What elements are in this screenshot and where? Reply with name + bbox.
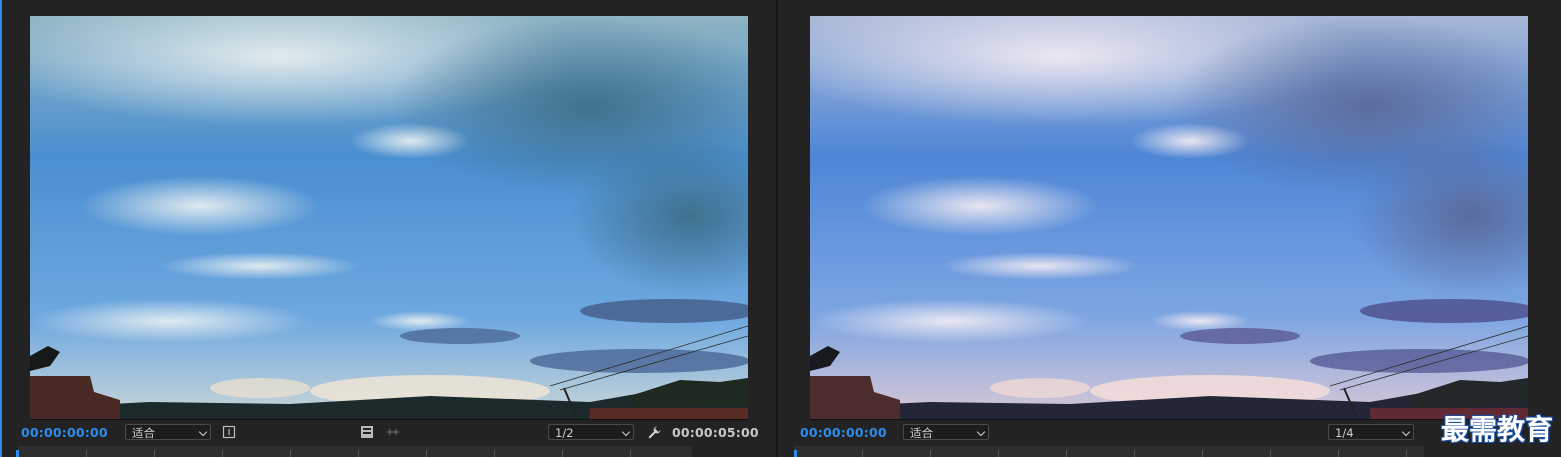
source-resolution-select[interactable]: 1/2 (548, 424, 634, 440)
program-current-timecode[interactable]: 00:00:00:00 (800, 425, 887, 440)
chevron-down-icon (1401, 427, 1411, 437)
sky-image-graded (810, 16, 1528, 419)
bracket-icon[interactable] (222, 425, 236, 439)
program-zoom-value: 适合 (910, 426, 933, 440)
insert-icon[interactable] (385, 425, 399, 439)
source-zoom-value: 适合 (132, 426, 155, 440)
watermark-logo: 最需教育 (1440, 413, 1553, 446)
source-playhead[interactable] (16, 450, 19, 457)
program-zoom-select[interactable]: 适合 (903, 424, 989, 440)
program-resolution-value: 1/4 (1335, 426, 1354, 440)
program-time-ruler[interactable] (794, 446, 1424, 457)
program-video-frame (810, 16, 1528, 420)
wrench-icon[interactable] (647, 425, 661, 439)
chevron-down-icon (621, 427, 631, 437)
source-video-frame (30, 16, 748, 420)
source-zoom-select[interactable]: 适合 (125, 424, 211, 440)
ruler-ticks (794, 450, 1424, 457)
ruler-ticks (18, 450, 692, 457)
sky-image (30, 16, 748, 419)
film-icon[interactable] (360, 425, 374, 439)
source-transport-bar: 00:00:00:00 适合 1/2 00:00:05:00 (2, 423, 776, 443)
source-time-ruler[interactable] (18, 446, 692, 457)
program-resolution-select[interactable]: 1/4 (1328, 424, 1414, 440)
program-playhead[interactable] (794, 450, 797, 457)
source-current-timecode[interactable]: 00:00:00:00 (21, 425, 108, 440)
source-resolution-value: 1/2 (555, 426, 574, 440)
source-duration-timecode: 00:00:05:00 (672, 425, 759, 440)
program-monitor: 00:00:00:00 适合 1/4 (778, 0, 1561, 457)
chevron-down-icon (198, 427, 208, 437)
source-monitor: 00:00:00:00 适合 1/2 00:00:05:00 (0, 0, 776, 457)
chevron-down-icon (976, 427, 986, 437)
